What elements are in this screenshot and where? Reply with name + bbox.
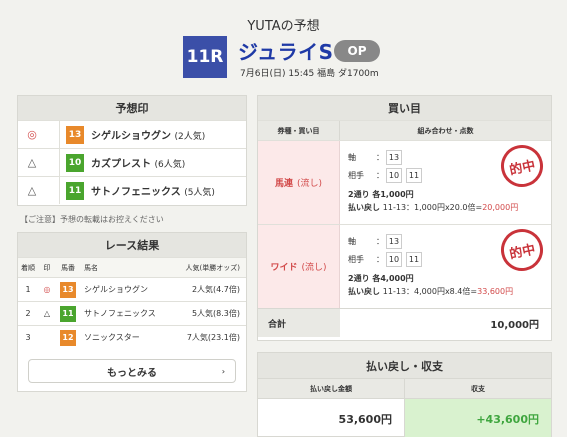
table-row: 1 ◎ 13 シゲルショウグン 2人気(4.7倍) [18, 277, 246, 301]
payout-line: 払い戻し 11-13：4,000円x8.4倍=33,600円 [348, 287, 514, 296]
axis-label: 軸 [348, 152, 356, 162]
page-title: YUTAの予想 [247, 19, 320, 34]
horse-name[interactable]: サトノフェニックス (5人気) [91, 183, 215, 198]
col-mark: 印 [43, 263, 51, 272]
prediction-row: ◎ 13 シゲルショウグン (2人気) [18, 120, 246, 148]
copy-notice: 【ご注意】予想の転載はお控えください [20, 215, 164, 224]
bet-row-umaren: 馬連 (流し) 軸： 13 相手： 10 11 2通り 各1,000円 払い戻し 11-… [258, 140, 551, 224]
partner-number: 11 [406, 251, 422, 267]
table-row: 3 12 ソニックスター 7人気(23.1倍) [18, 325, 246, 349]
payout-line: 払い戻し 11-13：1,000円x20.0倍=20,000円 [348, 203, 519, 212]
horse-name[interactable]: シゲルショウグン [80, 284, 160, 295]
triangle-mark-icon: △ [43, 309, 51, 318]
more-button[interactable]: もっとみる › [28, 359, 236, 383]
bet-summary: 2通り 各4,000円 [348, 274, 414, 283]
horse-number: 11 [60, 305, 76, 322]
honmei-mark-icon: ◎ [43, 285, 51, 294]
partner-label: 相手 [348, 254, 364, 264]
bet-type: 馬連 (流し) [258, 141, 340, 224]
prediction-panel: 予想印 ◎ 13 シゲルショウグン (2人気) △ 10 カズプレスト (6人気… [17, 95, 247, 206]
axis-number: 13 [386, 149, 402, 165]
col-combination: 組み合わせ・点数 [417, 126, 474, 135]
refund-heading: 払い戻し・収支 [258, 353, 551, 378]
col-popularity: 人気(単勝オッズ) [185, 263, 240, 272]
race-number-badge: 11R [183, 36, 227, 78]
popularity: 5人気(8.3倍) [191, 309, 240, 318]
rank: 2 [25, 309, 31, 318]
race-info: 7月6日(日) 15:45 福島 ダ1700m [240, 69, 379, 79]
axis-label: 軸 [348, 236, 356, 246]
col-rank: 着順 [21, 263, 35, 272]
prediction-row: △ 11 サトノフェニックス (5人気) [18, 176, 246, 204]
more-button-label: もっとみる [107, 367, 157, 379]
honmei-mark-icon: ◎ [27, 128, 37, 141]
col-bet-type: 券種・買い目 [258, 121, 340, 140]
balance-amount: +43,600円 [404, 399, 551, 437]
results-table-header: 着順 印 馬番 馬名 人気(単勝オッズ) [18, 257, 246, 277]
col-payout: 払い戻し金額 [258, 379, 405, 398]
triangle-mark-icon: △ [27, 156, 37, 169]
bets-heading: 買い目 [258, 96, 551, 120]
prediction-heading: 予想印 [18, 96, 246, 120]
refund-values: 53,600円 +43,600円 [258, 398, 551, 437]
rank: 3 [25, 333, 31, 342]
horse-name[interactable]: ソニックスター [80, 332, 160, 343]
horse-name[interactable]: カズプレスト (6人気) [91, 155, 185, 170]
horse-number: 13 [60, 281, 76, 298]
col-name: 馬名 [84, 263, 98, 272]
bet-row-wide: ワイド (流し) 軸： 13 相手： 10 11 2通り 各4,000円 払い戻し 11… [258, 224, 551, 308]
results-panel: レース結果 着順 印 馬番 馬名 人気(単勝オッズ) 1 ◎ 13 シゲルショウ… [17, 232, 247, 392]
horse-number: 11 [66, 181, 84, 200]
bet-summary: 2通り 各1,000円 [348, 190, 414, 199]
partner-number: 10 [386, 167, 402, 183]
horse-name[interactable]: サトノフェニックス [80, 308, 160, 319]
partner-label: 相手 [348, 170, 364, 180]
horse-name[interactable]: シゲルショウグン (2人気) [91, 127, 205, 142]
prediction-row: △ 10 カズプレスト (6人気) [18, 148, 246, 176]
bet-type: ワイド (流し) [258, 225, 340, 308]
partner-number: 11 [406, 167, 422, 183]
horse-number: 10 [66, 153, 84, 172]
total-value: 10,000円 [340, 309, 551, 337]
bets-panel: 買い目 券種・買い目 組み合わせ・点数 馬連 (流し) 軸： 13 相手： 10 11 … [257, 95, 552, 341]
refund-panel: 払い戻し・収支 払い戻し金額 収支 53,600円 +43,600円 [257, 352, 552, 437]
bets-table-header: 券種・買い目 組み合わせ・点数 [258, 120, 551, 140]
popularity: 2人気(4.7倍) [191, 285, 240, 294]
col-number: 馬番 [61, 263, 75, 272]
payout-amount: 53,600円 [338, 412, 392, 426]
refund-table-header: 払い戻し金額 収支 [258, 378, 551, 398]
partner-number: 10 [386, 251, 402, 267]
bet-detail: 軸： 13 相手： 10 11 2通り 各4,000円 払い戻し 11-13：4,00… [340, 225, 551, 308]
horse-number: 12 [60, 329, 76, 346]
chevron-right-icon: › [221, 366, 225, 376]
popularity: 7人気(23.1倍) [186, 333, 240, 342]
horse-number: 13 [66, 125, 84, 144]
results-heading: レース結果 [18, 233, 246, 257]
race-name: ジュライS [238, 40, 334, 64]
rank: 1 [25, 285, 31, 294]
axis-number: 13 [386, 233, 402, 249]
grade-badge: OP [334, 40, 380, 62]
table-row: 2 △ 11 サトノフェニックス 5人気(8.3倍) [18, 301, 246, 325]
bet-detail: 軸： 13 相手： 10 11 2通り 各1,000円 払い戻し 11-13：1,00… [340, 141, 551, 224]
total-row: 合計 10,000円 [258, 308, 551, 337]
col-balance: 収支 [471, 384, 485, 393]
total-label: 合計 [268, 319, 287, 330]
triangle-mark-icon: △ [27, 184, 37, 197]
